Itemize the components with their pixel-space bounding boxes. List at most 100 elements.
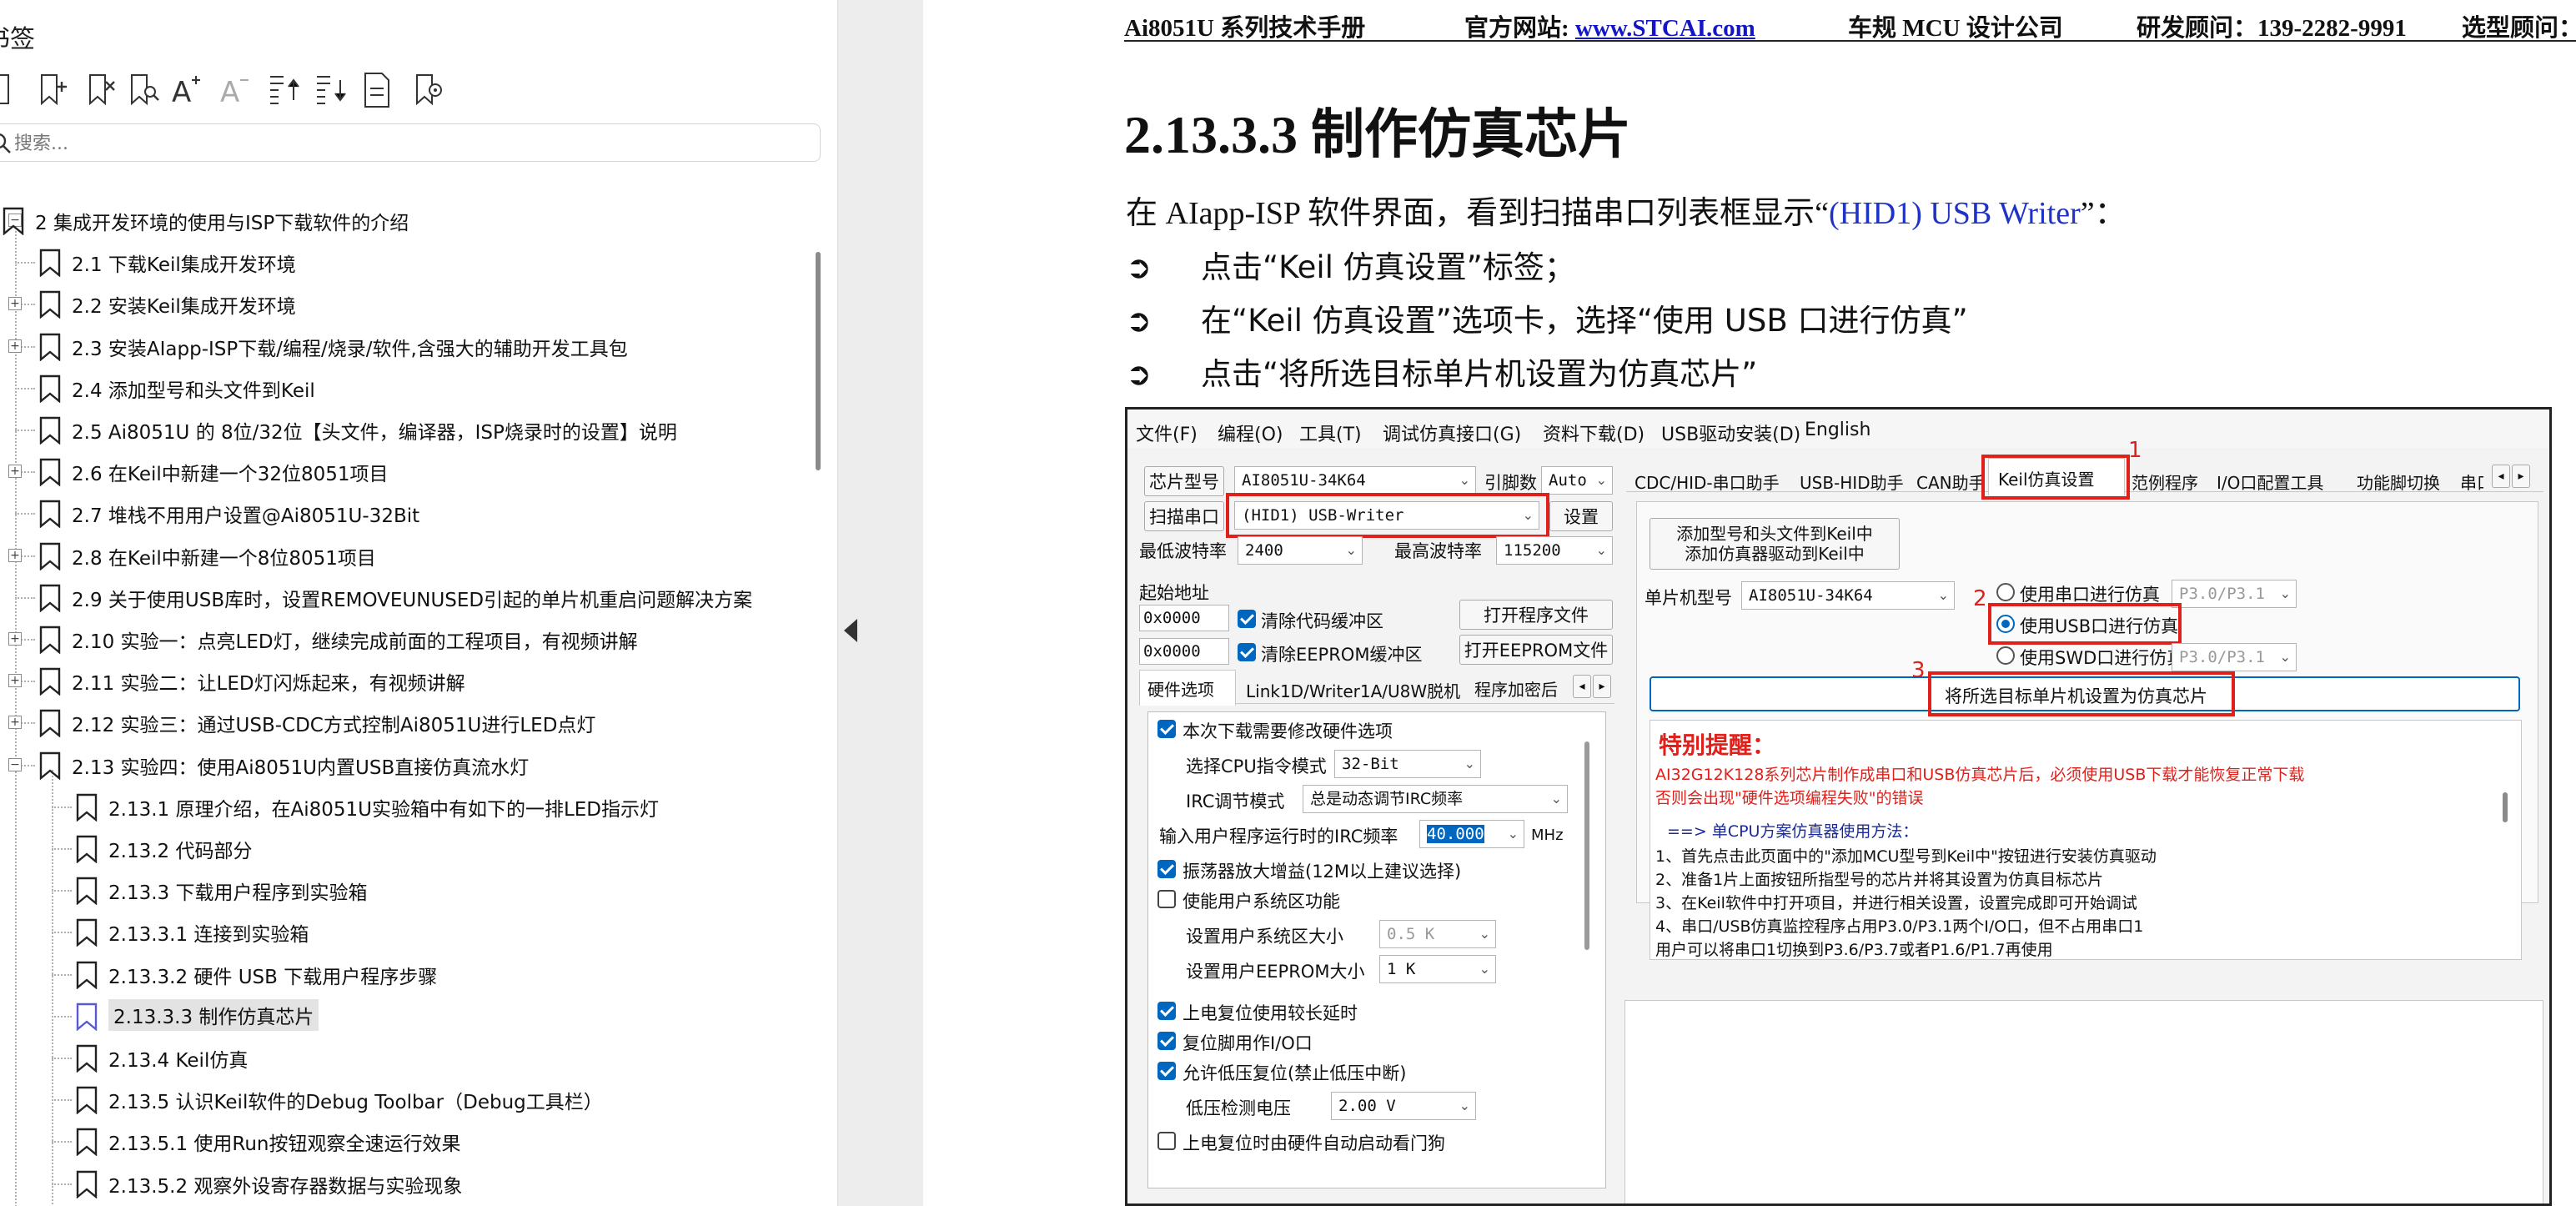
- add-to-keil-button[interactable]: 添加型号和头文件到Keil中 添加仿真器驱动到Keil中: [1650, 518, 1900, 570]
- bookmarks-search-box[interactable]: [0, 123, 821, 162]
- delete-bookmark-icon[interactable]: [83, 70, 120, 108]
- bookmark-item[interactable]: +2.8 在Keil中新建一个8位8051项目: [0, 535, 817, 575]
- radio-serial-sim[interactable]: [1996, 583, 2015, 601]
- expand-icon[interactable]: +: [8, 716, 22, 730]
- power-delay-checkbox[interactable]: [1157, 1002, 1176, 1020]
- clear-eeprom-checkbox[interactable]: [1238, 643, 1256, 661]
- tab-usb-hid[interactable]: USB-HID助手: [1800, 470, 1904, 494]
- tab-encryption[interactable]: 程序加密后: [1474, 676, 1558, 701]
- bookmark-item[interactable]: −2 集成开发环境的使用与ISP下载软件的介绍: [0, 200, 817, 240]
- bookmark-options-icon[interactable]: [410, 70, 447, 108]
- menu-usb-driver[interactable]: USB驱动安装(D): [1661, 420, 1800, 446]
- tab-io-config[interactable]: I/O口配置工具: [2217, 470, 2323, 494]
- min-baud-select[interactable]: 2400 ⌄: [1238, 536, 1363, 565]
- bookmark-item[interactable]: +2.12 实验三：通过USB-CDC方式控制Ai8051U进行LED点灯: [0, 702, 817, 742]
- mcu-model-select[interactable]: AI8051U-34K64 ⌄: [1741, 581, 1955, 610]
- expand-all-icon[interactable]: [0, 70, 32, 108]
- cpu-mode-select[interactable]: 32-Bit ⌄: [1334, 750, 1481, 778]
- tab-pin-switch[interactable]: 功能脚切换: [2357, 470, 2440, 494]
- open-eeprom-button[interactable]: 打开EEPROM文件: [1459, 635, 1613, 665]
- tab-offline-writer[interactable]: Link1D/Writer1A/U8W脱机: [1246, 678, 1460, 702]
- bookmark-item[interactable]: 2.7 堆栈不用用户设置@Ai8051U-32Bit: [0, 493, 817, 533]
- bookmark-item[interactable]: 2.1 下载Keil集成开发环境: [0, 242, 817, 282]
- bookmark-item[interactable]: 2.13.3.2 硬件 USB 下载用户程序步骤: [0, 954, 817, 994]
- pin-count-select[interactable]: Auto ⌄: [1541, 466, 1613, 495]
- expand-current-icon[interactable]: [265, 70, 302, 108]
- notice-scrollbar[interactable]: [2503, 792, 2508, 822]
- bookmark-item[interactable]: 2.13.5.1 使用Run按钮观察全速运行效果: [0, 1121, 817, 1161]
- scan-port-button[interactable]: 扫描串口: [1144, 501, 1224, 531]
- swd-sim-port-select[interactable]: P3.0/P3.1 ⌄: [2172, 643, 2297, 671]
- radio-swd-sim[interactable]: [1996, 646, 2015, 665]
- sys-area-checkbox[interactable]: [1157, 890, 1176, 908]
- collapse-current-icon[interactable]: [312, 70, 349, 108]
- bookmark-item[interactable]: 2.4 添加型号和头文件到Keil: [0, 368, 817, 408]
- serial-sim-port-select[interactable]: P3.0/P3.1 ⌄: [2172, 580, 2297, 608]
- bookmark-item[interactable]: +2.3 安装AIapp-ISP下载/编程/烧录/软件,含强大的辅助开发工具包: [0, 326, 817, 366]
- osc-gain-checkbox[interactable]: [1157, 860, 1176, 878]
- menu-downloads[interactable]: 资料下载(D): [1543, 420, 1645, 446]
- reset-io-checkbox[interactable]: [1157, 1032, 1176, 1050]
- find-bookmark-icon[interactable]: [125, 70, 162, 108]
- irc-freq-select[interactable]: 40.000 ⌄: [1419, 820, 1524, 848]
- bookmarks-scroll-thumb[interactable]: [816, 252, 821, 470]
- tab-scroll-right-icon[interactable]: ▸: [2512, 465, 2530, 488]
- tab-scroll-right-icon[interactable]: ▸: [1593, 675, 1611, 698]
- collapse-panel-icon[interactable]: [844, 619, 857, 642]
- wdt-checkbox[interactable]: [1157, 1132, 1176, 1150]
- chip-model-select[interactable]: AI8051U-34K64 ⌄: [1234, 466, 1476, 495]
- output-log-area[interactable]: [1624, 1000, 2543, 1203]
- bookmark-item[interactable]: +2.10 实验一：点亮LED灯，继续完成前面的工程项目，有视频讲解: [0, 619, 817, 659]
- bookmark-item[interactable]: 2.13.3.3 制作仿真芯片: [0, 996, 817, 1036]
- max-baud-select[interactable]: 115200 ⌄: [1496, 536, 1613, 565]
- eeprom-size-select[interactable]: 1 K ⌄: [1379, 955, 1496, 983]
- bookmark-properties-icon[interactable]: [360, 70, 397, 108]
- expand-icon[interactable]: +: [8, 339, 22, 353]
- lvr-checkbox[interactable]: [1157, 1062, 1176, 1080]
- bookmark-item[interactable]: 2.13.5.2 观察外设寄存器数据与实验现象: [0, 1163, 817, 1203]
- hardware-options-scrollbar[interactable]: [1584, 741, 1589, 950]
- expand-icon[interactable]: +: [8, 297, 22, 311]
- bookmark-item[interactable]: 2.13.2 代码部分: [0, 828, 817, 868]
- bookmark-item[interactable]: 2.5 Ai8051U 的 8位/32位【头文件，编译器，ISP烧录时的设置】说…: [0, 410, 817, 450]
- bookmark-item[interactable]: 2.13.3.1 连接到实验箱: [0, 912, 817, 952]
- tab-scroll-left-icon[interactable]: ◂: [2492, 465, 2510, 488]
- irc-mode-select[interactable]: 总是动态调节IRC频率 ⌄: [1303, 785, 1568, 813]
- code-address-input[interactable]: 0x0000: [1139, 605, 1229, 631]
- tab-can[interactable]: CAN助手: [1916, 470, 1986, 494]
- bookmark-item[interactable]: 2.13.5 认识Keil软件的Debug Toolbar（Debug工具栏）: [0, 1079, 817, 1119]
- eeprom-address-input[interactable]: 0x0000: [1139, 638, 1229, 665]
- menu-tools[interactable]: 工具(T): [1299, 420, 1362, 446]
- bookmark-item[interactable]: +2.11 实验二：让LED灯闪烁起来，有视频讲解: [0, 661, 817, 701]
- open-program-button[interactable]: 打开程序文件: [1459, 600, 1613, 630]
- tab-cdc-serial[interactable]: CDC/HID-串口助手: [1634, 470, 1780, 494]
- lvd-select[interactable]: 2.00 V ⌄: [1331, 1092, 1476, 1120]
- menu-program[interactable]: 编程(O): [1218, 420, 1283, 446]
- settings-button[interactable]: 设置: [1549, 501, 1613, 531]
- sys-area-size-select[interactable]: 0.5 K ⌄: [1379, 920, 1496, 948]
- panel-splitter[interactable]: [837, 0, 924, 1206]
- bookmark-item[interactable]: − 2.13 实验四：使用Ai8051U内置USB直接仿真流水灯: [0, 745, 817, 785]
- menu-file[interactable]: 文件(F): [1136, 420, 1198, 446]
- bookmark-item[interactable]: 2.13.4 Keil仿真: [0, 1038, 817, 1078]
- expand-icon[interactable]: +: [8, 465, 22, 479]
- bookmark-item[interactable]: 2.9 关于使用USB库时，设置REMOVEUNUSED引起的单片机重启问题解决…: [0, 577, 817, 617]
- expand-icon[interactable]: +: [8, 548, 22, 562]
- tab-scroll-left-icon[interactable]: ◂: [1573, 675, 1591, 698]
- bookmark-item[interactable]: +2.6 在Keil中新建一个32位8051项目: [0, 451, 817, 491]
- header-website-link[interactable]: www.STCAI.com: [1575, 15, 1755, 42]
- bookmark-item[interactable]: +2.2 安装Keil集成开发环境: [0, 284, 817, 324]
- bookmarks-search-input[interactable]: [13, 129, 800, 158]
- modify-hw-checkbox[interactable]: [1157, 720, 1176, 738]
- bookmark-item[interactable]: 2.13.3 下载用户程序到实验箱: [0, 870, 817, 910]
- tab-examples[interactable]: 范例程序: [2132, 470, 2198, 494]
- enlarge-text-icon[interactable]: A: [167, 70, 203, 109]
- menu-english[interactable]: English: [1805, 420, 1870, 440]
- clear-code-checkbox[interactable]: [1238, 610, 1256, 628]
- menu-debug-interface[interactable]: 调试仿真接口(G): [1383, 420, 1521, 446]
- tab-serial[interactable]: 串口: [2460, 470, 2483, 494]
- reduce-text-icon[interactable]: A: [215, 70, 252, 109]
- collapse-icon[interactable]: −: [8, 757, 22, 771]
- bookmark-item[interactable]: 2.13.1 原理介绍，在Ai8051U实验箱中有如下的一排LED指示灯: [0, 786, 817, 827]
- expand-icon[interactable]: +: [8, 674, 22, 688]
